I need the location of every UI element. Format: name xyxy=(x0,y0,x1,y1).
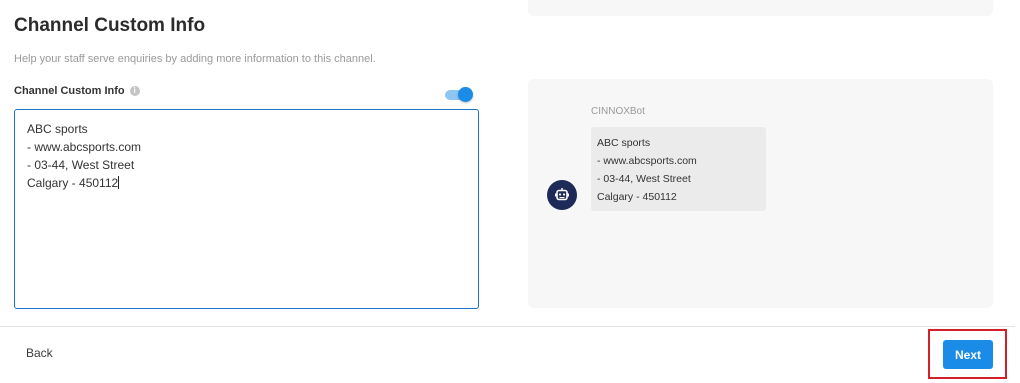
field-label-row: Channel Custom Info i xyxy=(14,85,140,97)
page-title: Channel Custom Info xyxy=(14,15,206,36)
custom-info-textarea[interactable]: ABC sports - www.abcsports.com - 03-44, … xyxy=(14,109,479,309)
info-icon[interactable]: i xyxy=(129,86,140,96)
back-button[interactable]: Back xyxy=(26,346,53,360)
chat-bubble: ABC sports - www.abcsports.com - 03-44, … xyxy=(591,127,766,211)
robot-icon xyxy=(555,188,569,201)
toggle-knob xyxy=(458,87,473,102)
custom-info-toggle[interactable] xyxy=(445,87,473,102)
next-button[interactable]: Next xyxy=(943,340,993,369)
previous-section-card xyxy=(528,0,993,16)
textarea-text: ABC sports - www.abcsports.com - 03-44, … xyxy=(27,122,142,190)
footer-divider xyxy=(0,326,1015,327)
page-subtitle: Help your staff serve enquiries by addin… xyxy=(14,53,376,65)
bot-name: CINNOXBot xyxy=(591,106,645,117)
field-label: Channel Custom Info xyxy=(14,85,125,97)
text-caret xyxy=(118,176,120,189)
bot-avatar xyxy=(547,180,577,210)
